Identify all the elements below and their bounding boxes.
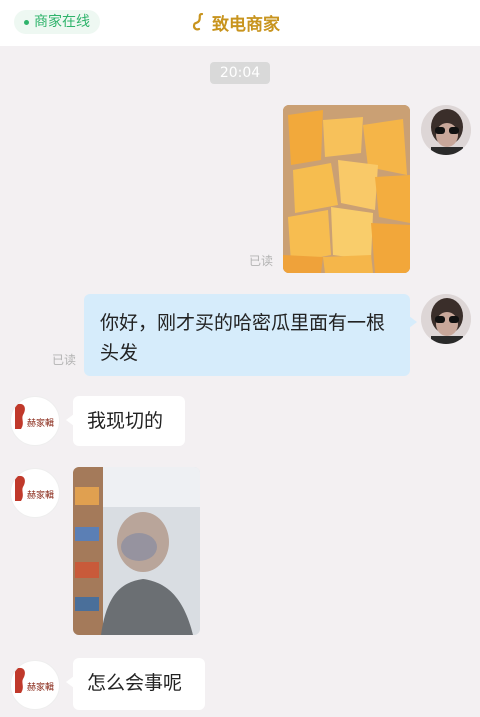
user-avatar[interactable] — [421, 294, 471, 344]
phone-icon — [192, 13, 204, 31]
merchant-logo-icon: 赫家輯 — [15, 667, 54, 693]
received-message-text: 我现切的 — [87, 410, 164, 432]
merchant-online-status: 商家在线 — [14, 10, 100, 34]
merchant-logo-icon: 赫家輯 — [15, 403, 54, 429]
received-message-bubble[interactable]: 我现切的 — [66, 396, 185, 446]
svg-text:赫家輯: 赫家輯 — [27, 489, 54, 501]
merchant-avatar[interactable]: 赫家輯 — [10, 468, 60, 518]
received-message-text: 怎么会事呢 — [87, 672, 183, 694]
chat-header: 商家在线 致电商家 — [0, 0, 480, 46]
read-receipt: 已读 — [52, 353, 77, 367]
call-merchant-button[interactable]: 致电商家 — [192, 8, 280, 36]
sent-message-text: 你好，刚才买的哈密瓜里面有一根头发 — [100, 312, 386, 364]
user-avatar-image — [421, 294, 471, 344]
online-dot-icon — [24, 19, 29, 25]
user-avatar[interactable] — [421, 105, 471, 155]
merchant-avatar[interactable]: 赫家輯 — [10, 660, 60, 710]
status-label: 商家在线 — [34, 14, 90, 30]
sent-image-melon[interactable] — [283, 105, 410, 273]
message-timestamp: 20:04 — [210, 62, 270, 84]
blurred-person-image — [73, 467, 200, 635]
sent-message-bubble[interactable]: 你好，刚才买的哈密瓜里面有一根头发 — [84, 294, 417, 376]
melon-pieces-image — [283, 105, 410, 273]
svg-text:赫家輯: 赫家輯 — [27, 681, 54, 693]
merchant-avatar[interactable]: 赫家輯 — [10, 396, 60, 446]
received-image-person[interactable] — [73, 467, 200, 635]
received-message-bubble[interactable]: 怎么会事呢 — [66, 658, 205, 710]
user-avatar-image — [421, 105, 471, 155]
svg-text:赫家輯: 赫家輯 — [27, 417, 54, 429]
merchant-logo-icon: 赫家輯 — [15, 475, 54, 501]
read-receipt: 已读 — [249, 254, 274, 268]
call-merchant-label: 致电商家 — [212, 14, 280, 35]
